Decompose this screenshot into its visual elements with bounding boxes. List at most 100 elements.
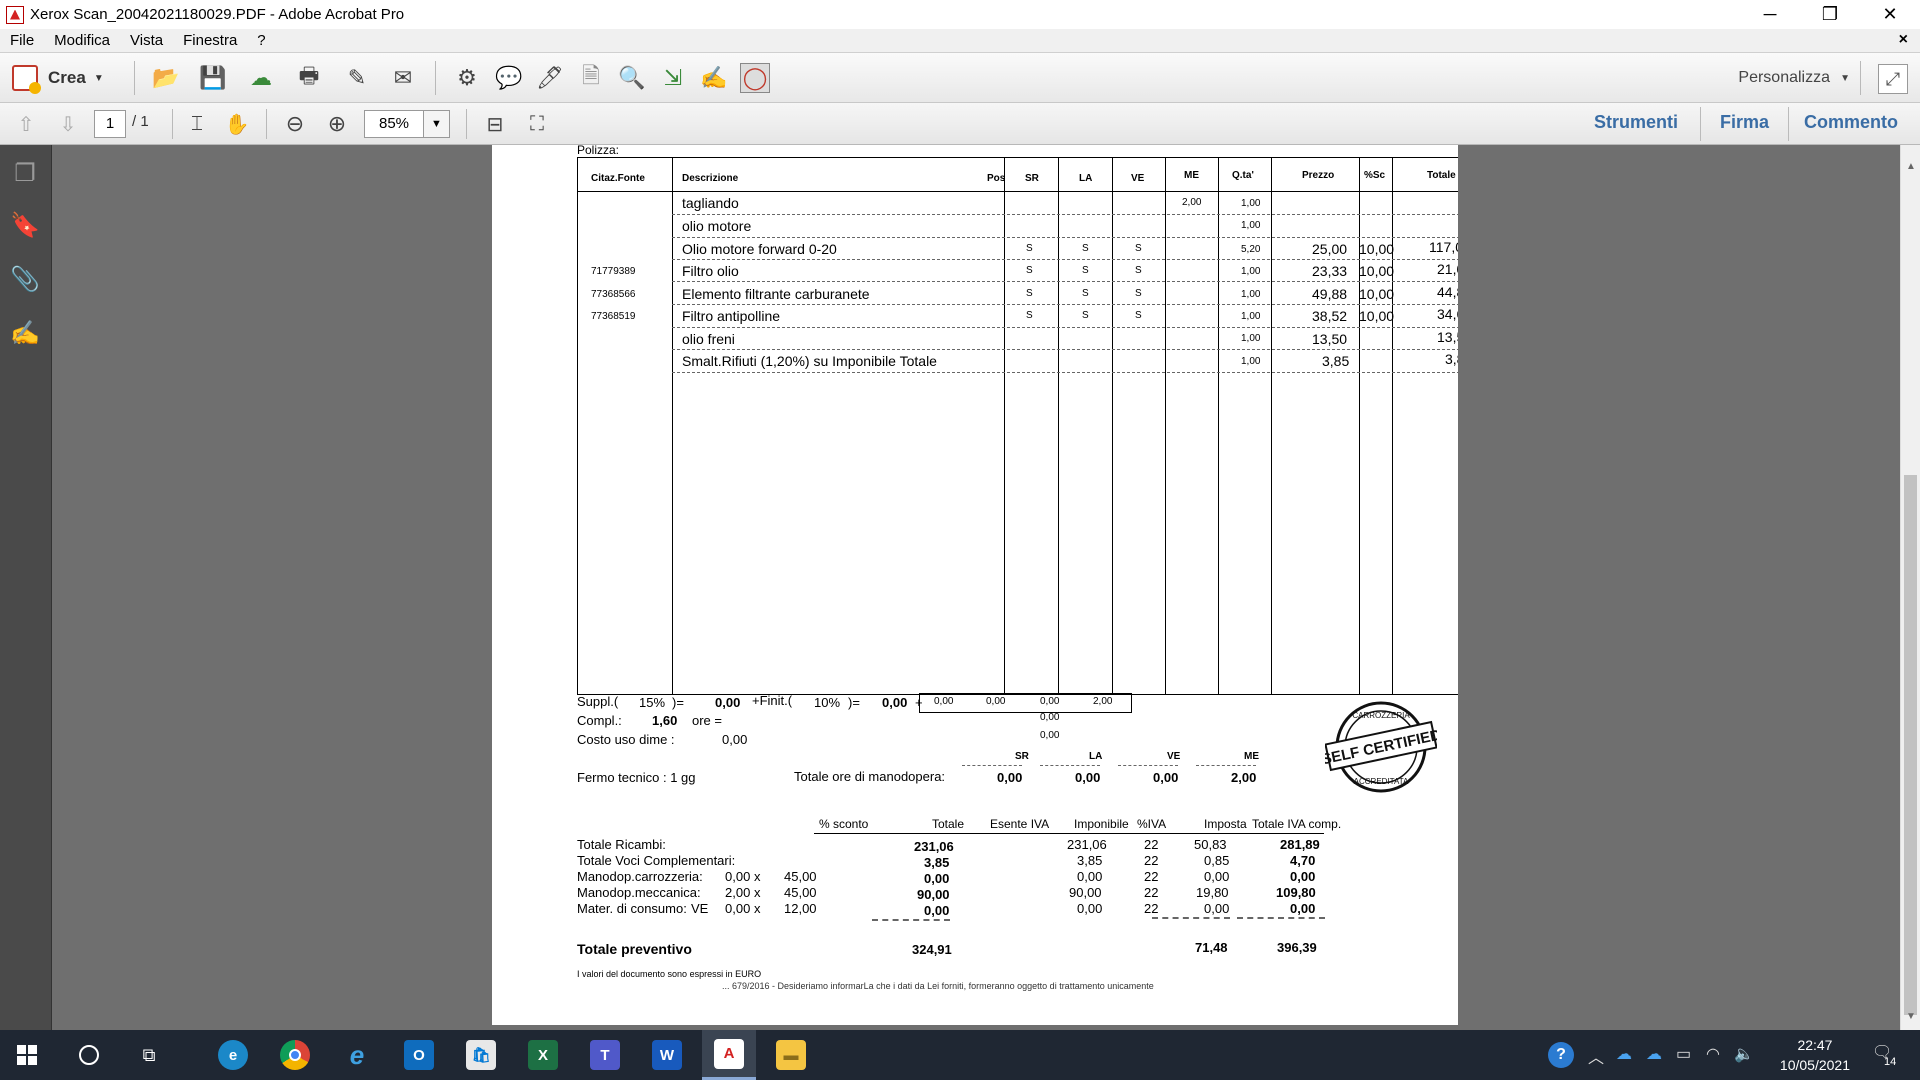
sign-document-icon[interactable]: ✍ (699, 63, 729, 93)
search-button[interactable] (62, 1030, 116, 1080)
chevron-down-icon[interactable]: ▼ (1840, 73, 1850, 84)
search-circle-icon (79, 1045, 99, 1065)
ore-me-value: 2,00 (1231, 770, 1257, 785)
row-desc: Smalt.Rifiuti (1,20%) su Imponibile Tota… (682, 353, 937, 369)
chevron-down-icon: ▼ (93, 72, 104, 84)
export-icon[interactable]: ⇲ (658, 63, 688, 93)
fullscreen-icon[interactable]: ⤢ (1878, 64, 1908, 94)
menu-finestra[interactable]: Finestra (173, 32, 247, 49)
task-view-button[interactable]: ⧉ (122, 1030, 176, 1080)
scrollbar-thumb[interactable] (1904, 475, 1917, 1015)
row-sr: S (1026, 243, 1033, 254)
self-certified-stamp: SELF CERTIFIED CARROZZERIA ACCREDITATA (1325, 701, 1437, 793)
zoom-input[interactable]: 85% (364, 110, 424, 138)
system-clock[interactable]: 22:47 10/05/2021 (1780, 1035, 1850, 1075)
scroll-up-icon[interactable]: ▲ (1904, 161, 1918, 175)
taskbar-word[interactable]: W (640, 1030, 694, 1080)
navigation-pane: ❐ 🔖 📎 ✍ (0, 145, 52, 1030)
header-la: LA (1079, 173, 1093, 184)
scroll-down-icon[interactable]: ▼ (1904, 1011, 1918, 1025)
remove-page-icon[interactable]: 🗎 (576, 63, 606, 93)
highlight-icon[interactable]: 🖊 (535, 63, 565, 93)
crea-label: Crea (48, 68, 86, 87)
summary-label: Manodop.meccanica: (577, 885, 701, 900)
minimize-button[interactable]: ─ (1740, 0, 1800, 29)
commento-link[interactable]: Commento (1804, 112, 1898, 133)
print-icon[interactable]: 🖶 (294, 63, 324, 93)
zoom-in-icon[interactable]: ⊕ (322, 109, 352, 139)
taskbar-edge[interactable]: e (206, 1030, 260, 1080)
close-button[interactable]: ✕ (1860, 0, 1920, 29)
start-button[interactable] (0, 1030, 54, 1080)
wifi-icon[interactable]: ◠ (1706, 1044, 1720, 1064)
taskbar-excel[interactable]: X (516, 1030, 570, 1080)
email-icon[interactable]: ✉ (388, 63, 418, 93)
fit-page-icon[interactable]: ⊟ (480, 109, 510, 139)
title-bar: Xerox Scan_20042021180029.PDF - Adobe Ac… (0, 0, 1920, 29)
volume-icon[interactable]: 🔈 (1734, 1044, 1754, 1064)
row-la: S (1082, 288, 1089, 299)
ore-la-value: 0,00 (1075, 770, 1101, 785)
menu-help[interactable]: ? (247, 32, 275, 49)
row-prezzo: 38,52 (1312, 308, 1348, 324)
page-number-input[interactable]: 1 (94, 110, 126, 138)
taskbar-ie[interactable]: e (330, 1030, 384, 1080)
select-cursor-icon[interactable]: ⌶ (182, 109, 212, 139)
vertical-scrollbar[interactable]: ▲ ▼ (1900, 145, 1920, 1030)
help-icon[interactable]: ? (1548, 1042, 1574, 1068)
menu-vista[interactable]: Vista (120, 32, 173, 49)
page-down-icon[interactable]: ⇩ (53, 109, 83, 139)
fit-width-icon[interactable]: ⛶ (522, 109, 552, 139)
search-document-icon[interactable]: 🔍 (617, 63, 647, 93)
onedrive-icon[interactable]: ☁ (1616, 1044, 1632, 1064)
separator (435, 61, 436, 95)
taskbar-chrome[interactable] (268, 1030, 322, 1080)
edit-document-icon[interactable]: ✎ (342, 63, 372, 93)
save-icon[interactable]: 💾 (198, 63, 228, 93)
restore-button[interactable]: ❐ (1800, 0, 1860, 29)
suppl-eq: )= (672, 695, 684, 710)
open-folder-icon[interactable]: 📂 (151, 63, 181, 93)
battery-icon[interactable]: ▭ (1676, 1044, 1691, 1064)
pdf-page: Polizza: Citaz.Fonte Descrizione Pos SR … (492, 145, 1458, 1025)
menu-modifica[interactable]: Modifica (44, 32, 120, 49)
separator (1860, 61, 1861, 95)
header-sr: SR (1025, 173, 1039, 184)
row-prezzo: 3,85 (1322, 353, 1350, 369)
summary-totale-iva: 0,00 (1290, 869, 1316, 884)
taskbar-store[interactable]: 🛍 (454, 1030, 508, 1080)
page-thumbnails-icon[interactable]: ❐ (11, 159, 39, 187)
chevron-up-icon[interactable]: ︿ (1588, 1044, 1604, 1068)
close-document-button[interactable]: × (1899, 31, 1908, 49)
strumenti-link[interactable]: Strumenti (1594, 112, 1678, 133)
cloud-upload-icon[interactable]: ☁ (246, 63, 276, 93)
speech-bubble-icon[interactable]: ◯ (740, 63, 770, 93)
personalizza-dropdown[interactable]: Personalizza (1738, 69, 1830, 87)
page-up-icon[interactable]: ⇧ (11, 109, 41, 139)
costo-dime-label: Costo uso dime : (577, 732, 675, 747)
taskbar-outlook[interactable]: O (392, 1030, 446, 1080)
bookmark-icon[interactable]: 🔖 (10, 211, 40, 239)
row-desc: olio freni (682, 331, 735, 347)
hand-tool-icon[interactable]: ✋ (222, 109, 252, 139)
compl-value: 1,60 (652, 713, 678, 728)
zoom-out-icon[interactable]: ⊖ (280, 109, 310, 139)
internet-explorer-icon: e (349, 1039, 365, 1070)
menu-file[interactable]: File (0, 32, 44, 49)
crea-button[interactable]: Crea ▼ (12, 63, 104, 94)
signature-icon[interactable]: ✍ (10, 319, 40, 347)
gear-icon[interactable]: ⚙ (452, 63, 482, 93)
taskbar-explorer[interactable]: ▬ (764, 1030, 818, 1080)
summary-totale: 90,00 (917, 887, 950, 902)
summary-qty: 0,00 (725, 901, 751, 916)
taskbar-teams[interactable]: T (578, 1030, 632, 1080)
zoom-dropdown-icon[interactable]: ▼ (424, 110, 450, 138)
taskbar-acrobat[interactable]: A (702, 1030, 756, 1080)
row-sr: S (1026, 310, 1033, 321)
polizza-fragment: Polizza: (577, 145, 620, 157)
onedrive-business-icon[interactable]: ☁ (1646, 1044, 1662, 1064)
document-viewer[interactable]: Polizza: Citaz.Fonte Descrizione Pos SR … (52, 145, 1900, 1030)
comment-bubble-icon[interactable]: 💬 (494, 63, 524, 93)
attachment-icon[interactable]: 📎 (10, 265, 40, 293)
firma-link[interactable]: Firma (1720, 112, 1769, 133)
